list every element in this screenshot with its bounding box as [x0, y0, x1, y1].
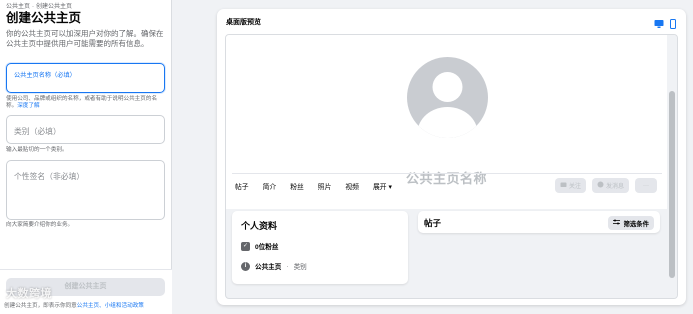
page-name-field[interactable]: 公共主页名称（必填）	[6, 63, 165, 93]
tab-photos[interactable]: 照片	[318, 181, 332, 191]
followers-row: ✓ 0位粉丝	[241, 241, 279, 251]
divider	[232, 173, 662, 174]
terms-text: 创建公共主页，即表示你同意公共主页、小组和活动政策	[4, 303, 144, 309]
category-field[interactable]: 类别（必填）	[6, 115, 165, 144]
category-helper: 输入最贴切的一个类别。	[6, 147, 68, 153]
category-placeholder: 类别（必填）	[14, 127, 61, 136]
page-name-helper: 使用公司、品牌或组织的名称，或者有助于说明公共主页的名称。深度了解	[6, 96, 158, 109]
page-title: 创建公共主页	[6, 11, 82, 25]
info-icon: i	[241, 261, 250, 271]
bio-helper: 向大家简要介绍你的业务。	[6, 222, 74, 228]
preview-label: 桌面版预览	[226, 19, 261, 26]
preview-viewport: 公共主页名称 帖子 简介 粉丝 照片 视频 展开 ▾ 关注 发消息 ··· 个人…	[225, 34, 678, 299]
intro-card: 个人资料 ✓ 0位粉丝 i 公共主页 · 类别	[232, 211, 408, 284]
bio-placeholder: 个性签名（非必填）	[14, 172, 85, 181]
bio-field[interactable]: 个性签名（非必填）	[6, 160, 165, 220]
profile-tabs: 帖子 简介 粉丝 照片 视频 展开 ▾	[235, 181, 406, 191]
messenger-icon	[597, 181, 604, 190]
tab-about[interactable]: 简介	[263, 181, 277, 191]
posts-card: 帖子 筛选条件	[418, 211, 660, 233]
page-type-row: i 公共主页 · 类别	[241, 261, 307, 271]
watermark-logo: 大数跨境	[6, 288, 52, 300]
scrollbar[interactable]	[667, 35, 677, 298]
tab-followers[interactable]: 粉丝	[290, 181, 304, 191]
breadcrumb: 公共主页 · 创建公共主页	[6, 4, 73, 10]
filter-button[interactable]: 筛选条件	[608, 216, 654, 230]
tab-posts[interactable]: 帖子	[235, 181, 249, 191]
breadcrumb-item: 创建公共主页	[36, 4, 73, 10]
profile-actions: 关注 发消息 ···	[554, 178, 657, 193]
more-options-button[interactable]: ···	[635, 178, 657, 193]
follow-icon	[560, 181, 567, 190]
profile-header: 公共主页名称 帖子 简介 粉丝 照片 视频 展开 ▾ 关注 发消息 ···	[226, 35, 667, 209]
page-name-label: 公共主页名称（必填）	[14, 72, 76, 79]
policy-link[interactable]: 公共主页、小组和活动政策	[77, 303, 144, 309]
message-button[interactable]: 发消息	[591, 178, 629, 193]
preview-header: 桌面版预览	[217, 9, 686, 34]
bottom-bar: 创建公共主页 创建公共主页，即表示你同意公共主页、小组和活动政策 大数跨境	[0, 269, 172, 314]
breadcrumb-item[interactable]: 公共主页	[6, 4, 30, 10]
filter-icon	[613, 219, 621, 227]
intro-title: 个人资料	[241, 221, 278, 231]
tab-videos[interactable]: 视频	[345, 181, 359, 191]
posts-title: 帖子	[424, 218, 442, 228]
mobile-icon[interactable]	[668, 16, 678, 29]
followers-icon: ✓	[241, 241, 250, 251]
avatar	[405, 55, 490, 140]
follow-button[interactable]: 关注	[554, 178, 586, 193]
create-page-panel: 公共主页 · 创建公共主页 创建公共主页 你的公共主页可以加深用户对你的了解。确保在…	[0, 0, 172, 314]
default-avatar-icon	[417, 72, 478, 138]
desktop-preview-card: 桌面版预览 公共主页名称 帖子 简介 粉丝 照片 视频 展开 ▾ 关注 发消息 …	[217, 9, 686, 305]
learn-more-link[interactable]: 深度了解	[17, 103, 39, 109]
scrollbar-thumb[interactable]	[669, 91, 675, 278]
tab-more[interactable]: 展开 ▾	[373, 181, 392, 191]
page-description: 你的公共主页可以加深用户对你的了解。确保在公共主页中提供用户可能需要的所有信息。	[6, 29, 164, 48]
desktop-icon[interactable]	[654, 16, 664, 28]
